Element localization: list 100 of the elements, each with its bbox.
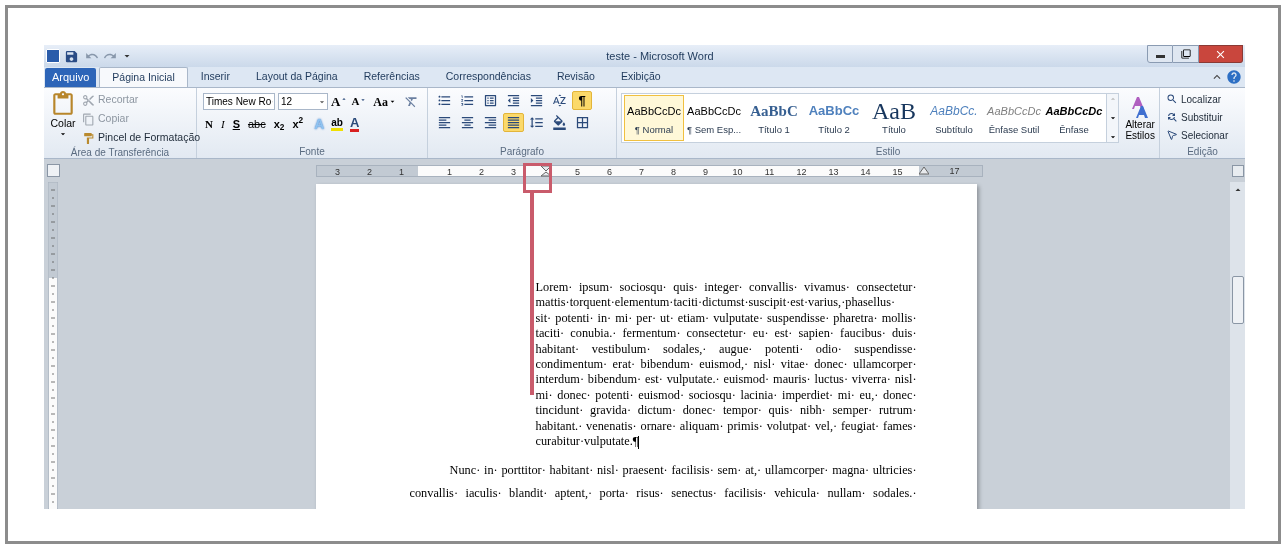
close-button[interactable] bbox=[1199, 45, 1243, 63]
indent-decrease-icon bbox=[506, 93, 521, 108]
highlight-button[interactable]: ab bbox=[331, 117, 343, 131]
restore-icon bbox=[1180, 49, 1191, 59]
style-item[interactable]: AaBbCc. Subtítulo bbox=[924, 95, 984, 141]
align-right-icon bbox=[483, 115, 498, 130]
ruler-number: 10 bbox=[731, 165, 744, 176]
group-label: Área de Transferência bbox=[70, 147, 170, 159]
ribbon-tab[interactable]: Layout da Página bbox=[242, 67, 351, 87]
indent-increase-icon bbox=[529, 93, 544, 108]
style-item[interactable]: AaBbCc Título 2 bbox=[804, 95, 864, 141]
ruler-number: 17 bbox=[948, 164, 961, 177]
ruler-number: 14 bbox=[859, 165, 872, 176]
ribbon-tab[interactable]: Referências bbox=[350, 67, 433, 87]
style-item[interactable]: AaBbCcDc ¶ Sem Esp... bbox=[684, 95, 744, 141]
ruler-number: 11 bbox=[763, 165, 776, 176]
group-label: Fonte bbox=[299, 145, 325, 158]
ribbon-tab[interactable]: Página Inicial bbox=[99, 67, 188, 87]
group-label: Estilo bbox=[875, 145, 901, 158]
ruler-number: 15 bbox=[891, 165, 904, 176]
save-icon[interactable] bbox=[64, 48, 79, 64]
sub-button[interactable]: x$_{2}$ bbox=[271, 115, 287, 133]
font-name-field[interactable]: Times New Ro bbox=[203, 93, 275, 110]
text-line: sit· potenti· in· mi· per· ut· etiam· vulputate· suspendisse· pharetra· mollis· bbox=[535, 310, 917, 327]
ruler-number: 2 bbox=[366, 165, 373, 176]
align-center-icon bbox=[460, 115, 475, 130]
ribbon-tab[interactable]: Inserir bbox=[187, 67, 243, 87]
change-case-button[interactable]: Aa bbox=[373, 95, 397, 108]
ruler-number: 8 bbox=[670, 165, 677, 176]
clipboard-icon bbox=[50, 91, 76, 117]
format-painter-button[interactable]: Pincel de Formatação bbox=[82, 129, 201, 147]
borders-icon bbox=[575, 115, 590, 130]
sup-button[interactable]: x$^{2}$ bbox=[290, 115, 306, 133]
ribbon-tab[interactable]: Correspondências bbox=[432, 67, 544, 87]
gallery-scrollbar[interactable] bbox=[1107, 93, 1120, 143]
ribbon-tab[interactable]: Revisão bbox=[543, 67, 608, 87]
highlight-frame bbox=[523, 163, 552, 193]
ruler-number: 2 bbox=[478, 165, 485, 176]
ruler-number: 6 bbox=[606, 165, 613, 176]
text-line: Nunc· in· porttitor· habitant· nisl· praesent· facilisis· sem· at,· ullamcorper· magna· ultricies· bbox=[449, 462, 917, 480]
ruler-number: 12 bbox=[795, 165, 808, 176]
select-button[interactable]: Selecionar bbox=[1166, 126, 1245, 144]
ruler-number: 3 bbox=[510, 165, 517, 176]
ruler-number: 1 bbox=[446, 165, 453, 176]
text-line: taciti· conubia.· fermentum· consectetur· eu· est· sapien· faucibus· duis· bbox=[535, 326, 917, 342]
scrollbar-thumb[interactable] bbox=[1231, 276, 1244, 324]
ruler-number: 7 bbox=[638, 165, 645, 176]
help-icon[interactable] bbox=[1226, 69, 1242, 85]
change-styles-button[interactable]: Alterar Estilos bbox=[1121, 95, 1159, 141]
underline-button[interactable]: S bbox=[230, 115, 242, 133]
text-line: tincidunt· gravida· dictum· donec· tempor· quis· nibh· semper· rutrum· bbox=[535, 403, 917, 419]
grow-font-button[interactable]: A bbox=[331, 95, 349, 108]
show-marks-button[interactable]: ¶ bbox=[572, 91, 592, 110]
align-left-icon bbox=[437, 115, 452, 130]
style-item[interactable]: AaB Título bbox=[864, 95, 924, 141]
multilevel-list-icon bbox=[483, 93, 498, 108]
style-item[interactable]: AaBbCcDc Ênfase bbox=[1044, 95, 1104, 141]
text-cursor bbox=[638, 435, 640, 449]
right-indent-marker-icon[interactable] bbox=[918, 166, 929, 175]
italic-button[interactable]: I bbox=[218, 115, 227, 133]
ruler-number: 3 bbox=[334, 165, 341, 176]
text-line: curabitur·vulputate.¶ bbox=[535, 434, 641, 450]
text-line: Lorem· ipsum· sociosqu· quis· integer· convallis· vivamus· consectetur· bbox=[535, 280, 917, 296]
text-line: habitant· vestibulum· sodales,· augue· potenti· odio· suspendisse· bbox=[535, 341, 917, 358]
text-line: condimentum· erat· bibendum· euismod,· nisl· vitae· donec· ullamcorper· bbox=[535, 357, 917, 373]
ribbon-tab[interactable]: Exibição bbox=[607, 67, 674, 87]
scissors-icon bbox=[82, 93, 95, 107]
ruler-number: 9 bbox=[702, 165, 709, 176]
restore-button[interactable] bbox=[1173, 45, 1199, 63]
find-button[interactable]: Localizar bbox=[1166, 90, 1245, 108]
tab-selector-icon[interactable] bbox=[46, 164, 60, 177]
clear-formatting-icon[interactable] bbox=[404, 94, 419, 109]
text-line: habitant.· venenatis· ornare· aliquam· primis· volutpat· vel,· feugiat· fames· bbox=[535, 418, 917, 435]
sort-icon bbox=[552, 93, 567, 108]
minimize-icon bbox=[1155, 55, 1165, 58]
minimize-button[interactable] bbox=[1147, 45, 1173, 63]
font-size-field[interactable]: 12 bbox=[278, 93, 328, 110]
vertical-scrollbar[interactable] bbox=[1230, 182, 1245, 509]
style-item[interactable]: AaBbCcDc ¶ Normal bbox=[624, 95, 684, 141]
strike-button[interactable]: abc bbox=[245, 115, 268, 133]
file-tab[interactable]: Arquivo bbox=[45, 68, 97, 87]
paste-button[interactable]: Colar bbox=[50, 91, 76, 147]
ruler-number: 1 bbox=[398, 165, 405, 176]
line-spacing-icon bbox=[529, 115, 544, 130]
window-title: teste - Microsoft Word bbox=[606, 48, 714, 64]
bold-button[interactable]: N bbox=[203, 115, 215, 133]
style-item[interactable]: AaBbCcDc Ênfase Sutil bbox=[984, 95, 1044, 141]
text-line: convallis· iaculis· blandit· aptent,· porta· risus· senectus· facilisis· vehicula· nullam· sodales.· bbox=[409, 485, 917, 503]
justify-button[interactable] bbox=[503, 113, 524, 132]
font-color-button[interactable]: A bbox=[349, 116, 360, 132]
caret-icon bbox=[340, 95, 349, 103]
ruler-number: 13 bbox=[827, 165, 840, 176]
view-ruler-icon[interactable] bbox=[1231, 164, 1244, 177]
replace-button[interactable]: Substituir bbox=[1166, 108, 1245, 126]
shrink-font-button[interactable]: A bbox=[351, 96, 368, 107]
group-label: Edição bbox=[1187, 145, 1218, 158]
style-item[interactable]: AaBbC Título 1 bbox=[744, 95, 804, 141]
replace-icon bbox=[1166, 111, 1178, 123]
group-label: Parágrafo bbox=[500, 145, 544, 158]
ruler-number: 5 bbox=[574, 165, 581, 176]
